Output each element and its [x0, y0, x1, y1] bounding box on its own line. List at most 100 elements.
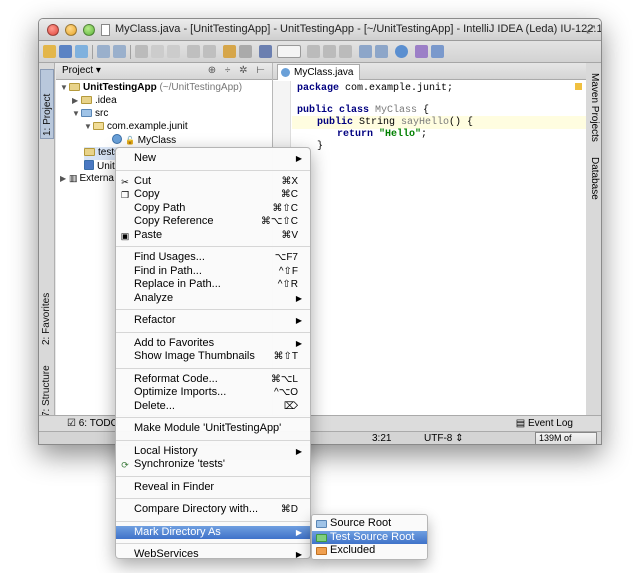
collapse-arrow-icon[interactable]: ▶	[60, 174, 69, 183]
menu-label: Copy Reference	[134, 215, 214, 227]
memory-indicator[interactable]: 139M of 795M	[535, 432, 597, 444]
tree-item-src[interactable]: ▼ src	[72, 108, 108, 121]
menu-item-paste[interactable]: ▣ Paste ⌘V	[116, 229, 310, 243]
forward-icon[interactable]	[239, 45, 252, 58]
project-view-dropdown[interactable]: Project ▾	[62, 65, 101, 76]
menu-item-cut[interactable]: ✂ Cut ⌘X	[116, 175, 310, 189]
tab-favorites[interactable]: 2: Favorites	[40, 275, 54, 347]
menu-item-compare-directory[interactable]: Compare Directory with... ⌘D	[116, 503, 310, 517]
menu-item-mark-directory-as[interactable]: Mark Directory As ▶	[116, 525, 310, 539]
copy-icon[interactable]	[151, 45, 164, 58]
sync-icon[interactable]	[75, 45, 88, 58]
expand-arrow-icon[interactable]: ▼	[72, 109, 81, 118]
fullscreen-icon[interactable]: ⤢	[586, 24, 595, 37]
editor-tab-bar: MyClass.java	[273, 63, 586, 80]
cut-icon[interactable]	[135, 45, 148, 58]
tree-label: Unit	[97, 161, 115, 172]
zoom-window-button[interactable]	[83, 24, 95, 36]
debug-icon[interactable]	[323, 45, 336, 58]
copy-icon: ❐	[120, 190, 130, 200]
tab-event-log[interactable]: ▤ Event Log	[516, 418, 573, 429]
menu-item-make-module[interactable]: Make Module 'UnitTestingApp'	[116, 422, 310, 436]
menu-shortcut: ⌘X	[281, 175, 298, 187]
file-encoding[interactable]: UTF-8 ⇕	[424, 433, 464, 444]
tab-structure[interactable]: 7: Structure	[40, 359, 54, 419]
back-icon[interactable]	[223, 45, 236, 58]
redo-icon[interactable]	[113, 45, 126, 58]
tree-label: Externa	[79, 173, 114, 184]
menu-item-copy-reference[interactable]: Copy Reference ⌘⌥⇧C	[116, 215, 310, 229]
paste-icon[interactable]	[167, 45, 180, 58]
tab-myclass-java[interactable]: MyClass.java	[277, 64, 361, 80]
save-icon[interactable]	[59, 45, 72, 58]
minimize-window-button[interactable]	[65, 24, 77, 36]
tree-item-package[interactable]: ▼ com.example.junit	[84, 121, 188, 134]
menu-item-new[interactable]: New ▶	[116, 152, 310, 166]
menu-item-synchronize[interactable]: ⟳ Synchronize 'tests'	[116, 458, 310, 472]
menu-separator	[116, 309, 310, 310]
menu-separator	[116, 543, 310, 544]
toolbar-divider	[92, 45, 93, 59]
tree-item-idea[interactable]: ▶ .idea	[72, 95, 117, 108]
plugin-icon[interactable]	[415, 45, 428, 58]
close-window-button[interactable]	[47, 24, 59, 36]
menu-label: Local History	[134, 444, 198, 457]
submenu-item-excluded[interactable]: Excluded	[312, 544, 427, 558]
analysis-marker-icon[interactable]	[575, 83, 582, 90]
menu-item-analyze[interactable]: Analyze ▶	[116, 292, 310, 306]
submenu-arrow-icon: ▶	[295, 154, 302, 163]
submenu-item-source-root[interactable]: Source Root	[312, 517, 427, 531]
project-structure-icon[interactable]	[375, 45, 388, 58]
coverage-icon[interactable]	[339, 45, 352, 58]
menu-item-show-thumbnails[interactable]: Show Image Thumbnails ⌘⇧T	[116, 350, 310, 364]
module-folder-icon	[69, 83, 80, 91]
tree-item-myclass[interactable]: 🔓 MyClass	[112, 134, 176, 147]
find-icon[interactable]	[187, 45, 200, 58]
menu-item-copy-path[interactable]: Copy Path ⌘⇧C	[116, 202, 310, 216]
submenu-item-test-source-root[interactable]: Test Source Root	[312, 530, 427, 544]
replace-icon[interactable]	[203, 45, 216, 58]
code-editor[interactable]: MyClass.java package com.example.junit; …	[272, 63, 586, 415]
menu-item-reveal-in-finder[interactable]: Reveal in Finder	[116, 481, 310, 495]
make-project-icon[interactable]	[259, 45, 272, 58]
tree-item-root[interactable]: ▼ UnitTestingApp (~/UnitTestingApp)	[60, 82, 242, 95]
help-icon[interactable]	[395, 45, 408, 58]
tab-project[interactable]: 1: Project	[40, 69, 54, 139]
tab-todo[interactable]: ☑ 6: TODO	[67, 418, 118, 429]
menu-shortcut: ⌘V	[281, 229, 298, 241]
menu-item-replace-in-path[interactable]: Replace in Path... ^⇧R	[116, 278, 310, 292]
tree-item-external[interactable]: ▶ ▥ Externa	[60, 173, 114, 186]
tree-item-unit[interactable]: Unit	[84, 160, 115, 173]
panel-settings-icon[interactable]: ⊕ ÷ ✲ ⊢	[208, 65, 268, 76]
menu-label: Delete...	[134, 399, 175, 412]
menu-label: Copy	[134, 188, 160, 200]
menu-item-add-to-favorites[interactable]: Add to Favorites ▶	[116, 337, 310, 351]
project-panel-header: Project ▾ ⊕ ÷ ✲ ⊢	[56, 63, 272, 80]
menu-item-webservices[interactable]: WebServices ▶	[116, 548, 310, 562]
menu-item-optimize-imports[interactable]: Optimize Imports... ^⌥O	[116, 386, 310, 400]
expand-arrow-icon[interactable]: ▼	[84, 122, 93, 131]
menu-item-reformat-code[interactable]: Reformat Code... ⌘⌥L	[116, 373, 310, 387]
collapse-arrow-icon[interactable]: ▶	[72, 96, 81, 105]
menu-shortcut: ⌘C	[280, 189, 298, 200]
menu-item-find-in-path[interactable]: Find in Path... ^⇧F	[116, 265, 310, 279]
run-icon[interactable]	[307, 45, 320, 58]
undo-icon[interactable]	[97, 45, 110, 58]
vcs-icon[interactable]	[431, 45, 444, 58]
project-view-label: Project	[62, 65, 94, 76]
todo-icon: ☑	[67, 418, 76, 429]
submenu-arrow-icon: ▶	[295, 446, 302, 456]
settings-icon[interactable]	[359, 45, 372, 58]
menu-item-local-history[interactable]: Local History ▶	[116, 445, 310, 459]
open-folder-icon[interactable]	[43, 45, 56, 58]
menu-item-refactor[interactable]: Refactor ▶	[116, 314, 310, 328]
menu-label: Copy Path	[134, 201, 186, 214]
document-icon	[101, 24, 110, 36]
string-literal: "Hello"	[373, 129, 422, 140]
run-config-dropdown[interactable]	[277, 45, 301, 58]
menu-item-copy[interactable]: ❐ Copy ⌘C	[116, 188, 310, 202]
menu-item-find-usages[interactable]: Find Usages... ⌥F7	[116, 251, 310, 265]
expand-arrow-icon[interactable]: ▼	[60, 83, 69, 92]
caret-position[interactable]: 3:21	[372, 433, 391, 444]
menu-item-delete[interactable]: Delete... ⌦	[116, 400, 310, 414]
